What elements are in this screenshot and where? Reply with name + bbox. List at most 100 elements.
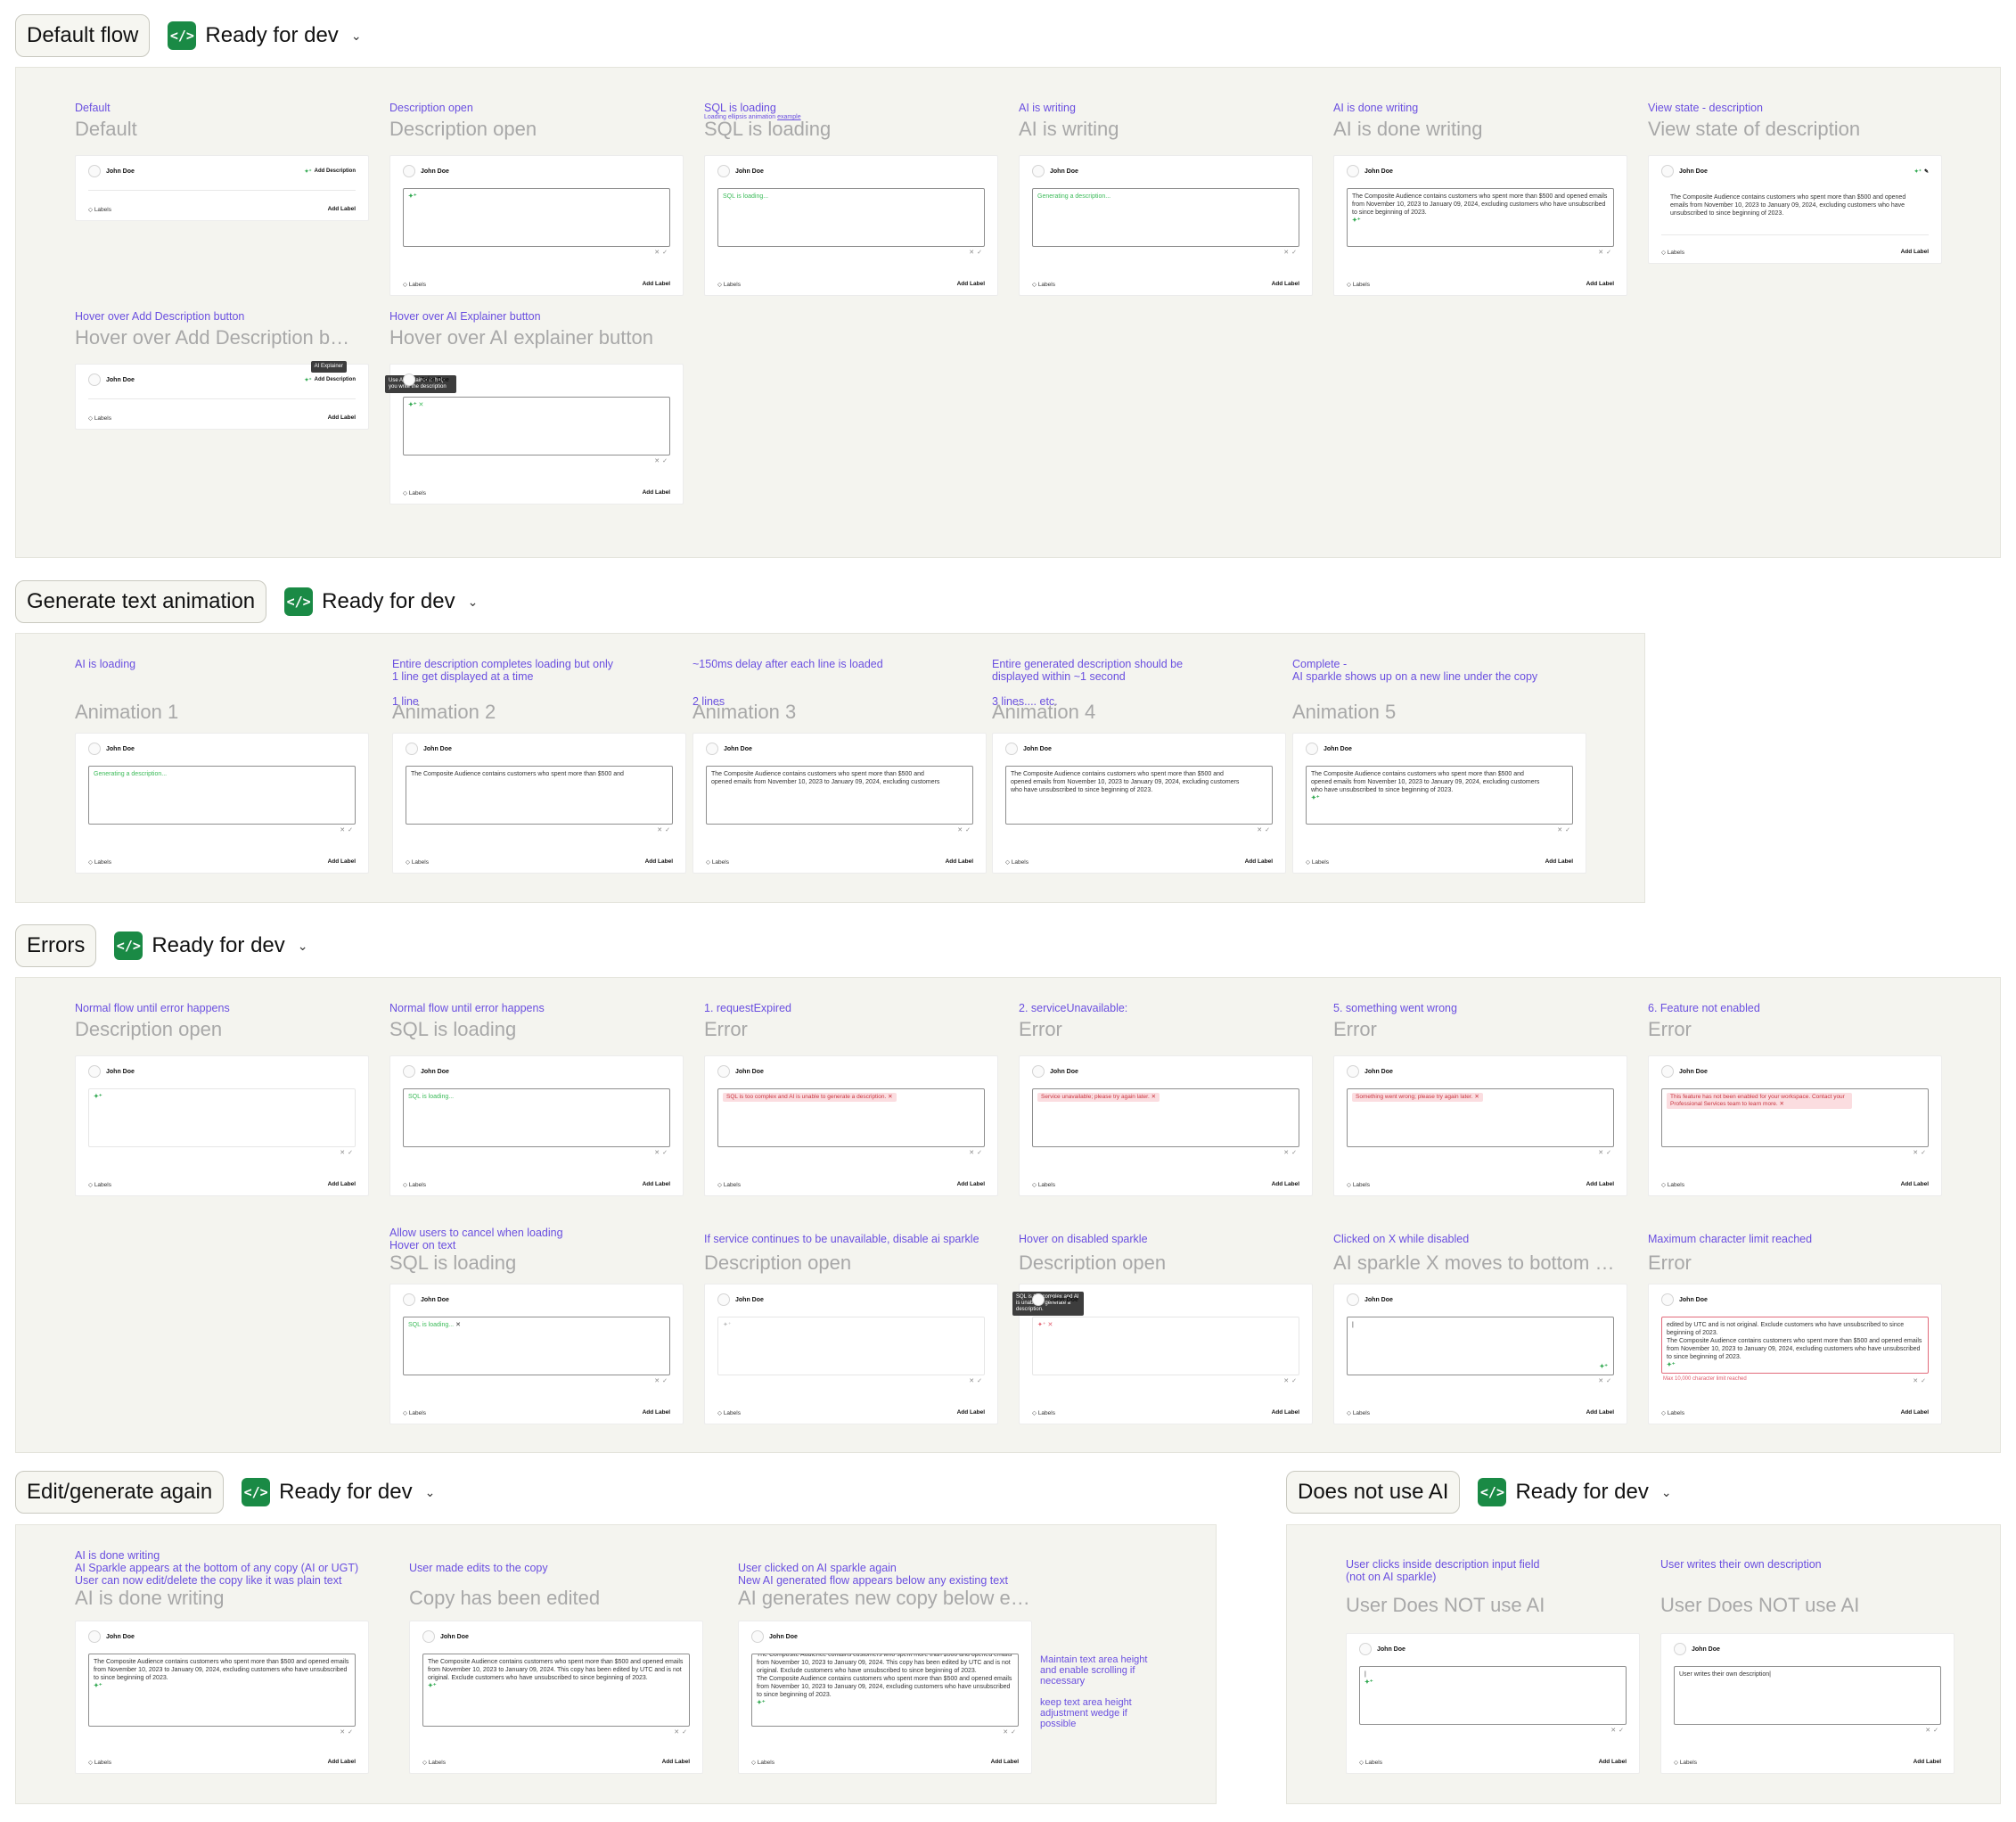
add-label-button[interactable]: Add Label bbox=[1272, 1409, 1299, 1416]
status-dropdown[interactable]: </> Ready for dev ⌄ bbox=[284, 587, 478, 616]
cancel-icon[interactable]: ✕ bbox=[455, 1322, 461, 1328]
check-icon[interactable]: ✓ bbox=[348, 827, 356, 833]
description-textarea[interactable]: ✦⁺ ✕ bbox=[1032, 1317, 1299, 1375]
labels-button[interactable]: ◇ Labels bbox=[717, 1409, 741, 1416]
labels-button[interactable]: ◇ Labels bbox=[1032, 1409, 1055, 1416]
close-icon[interactable]: ✕ bbox=[654, 458, 662, 464]
description-textarea[interactable]: Service unavailable; please try again la… bbox=[1032, 1088, 1299, 1147]
labels-button[interactable]: ◇ Labels bbox=[88, 858, 111, 866]
check-icon[interactable]: ✓ bbox=[1011, 1729, 1019, 1736]
add-label-button[interactable]: Add Label bbox=[662, 1759, 690, 1766]
description-text-top[interactable]: edited by UTC and is not original. Exclu… bbox=[1667, 1322, 1904, 1336]
labels-button[interactable]: ◇ Labels bbox=[1661, 249, 1684, 256]
check-icon[interactable]: ✓ bbox=[1291, 250, 1299, 256]
add-label-button[interactable]: Add Label bbox=[946, 858, 973, 866]
close-icon[interactable]: ✕ bbox=[1283, 1378, 1291, 1384]
description-textarea[interactable]: Generating a description... bbox=[1032, 188, 1299, 247]
add-label-button[interactable]: Add Label bbox=[1901, 1181, 1929, 1188]
check-icon[interactable]: ✓ bbox=[662, 1150, 670, 1156]
description-textarea[interactable]: The Composite Audience contains customer… bbox=[706, 766, 973, 825]
section-title[interactable]: Default flow bbox=[15, 14, 151, 57]
labels-button[interactable]: ◇ Labels bbox=[403, 281, 426, 288]
labels-button[interactable]: ◇ Labels bbox=[1674, 1759, 1697, 1766]
status-dropdown[interactable]: </> Ready for dev ⌄ bbox=[242, 1478, 435, 1506]
pencil-icon[interactable]: ✎ bbox=[1924, 168, 1929, 175]
section-title[interactable]: Edit/generate again bbox=[15, 1471, 225, 1514]
labels-button[interactable]: ◇ Labels bbox=[1661, 1409, 1684, 1416]
labels-button[interactable]: ◇ Labels bbox=[751, 1759, 774, 1766]
labels-button[interactable]: ◇ Labels bbox=[403, 1409, 426, 1416]
close-icon[interactable]: ✕ bbox=[654, 1378, 662, 1384]
add-description-button[interactable]: ✦⁺ Add Description bbox=[304, 377, 356, 383]
labels-button[interactable]: ◇ Labels bbox=[403, 489, 426, 497]
check-icon[interactable]: ✓ bbox=[665, 827, 673, 833]
check-icon[interactable]: ✓ bbox=[1921, 1378, 1929, 1384]
add-label-button[interactable]: Add Label bbox=[1545, 858, 1573, 866]
check-icon[interactable]: ✓ bbox=[1606, 1378, 1614, 1384]
close-icon[interactable]: ✕ bbox=[654, 250, 662, 256]
check-icon[interactable]: ✓ bbox=[977, 1378, 985, 1384]
description-textarea[interactable]: Something went wrong; please try again l… bbox=[1347, 1088, 1614, 1147]
add-label-button[interactable]: Add Label bbox=[328, 1181, 356, 1188]
description-textarea[interactable]: The Composite Audience contains customer… bbox=[1306, 766, 1573, 825]
check-icon[interactable]: ✓ bbox=[348, 1150, 356, 1156]
add-label-button[interactable]: Add Label bbox=[957, 281, 985, 288]
description-textarea[interactable]: edited by UTC and is not original. Exclu… bbox=[1661, 1317, 1929, 1374]
check-icon[interactable]: ✓ bbox=[1606, 1150, 1614, 1156]
description-textarea[interactable]: The Composite Audience contains customer… bbox=[751, 1654, 1019, 1727]
description-textarea[interactable]: This feature has not been enabled for yo… bbox=[1661, 1088, 1929, 1147]
check-icon[interactable]: ✓ bbox=[1606, 250, 1614, 256]
close-icon[interactable]: ✕ bbox=[957, 827, 965, 833]
close-icon[interactable]: ✕ bbox=[674, 1729, 682, 1736]
close-icon[interactable]: ✕ bbox=[1598, 1378, 1606, 1384]
check-icon[interactable]: ✓ bbox=[662, 458, 670, 464]
add-label-button[interactable]: Add Label bbox=[328, 206, 356, 213]
check-icon[interactable]: ✓ bbox=[1921, 1150, 1929, 1156]
labels-button[interactable]: ◇ Labels bbox=[1306, 858, 1329, 866]
add-label-button[interactable]: Add Label bbox=[328, 858, 356, 866]
labels-button[interactable]: ◇ Labels bbox=[88, 1759, 111, 1766]
check-icon[interactable]: ✓ bbox=[1933, 1728, 1941, 1734]
description-textarea[interactable]: ✦⁺ bbox=[88, 1088, 356, 1147]
ai-sparkle-icon[interactable]: ✦⁺ bbox=[428, 1683, 437, 1689]
add-label-button[interactable]: Add Label bbox=[643, 1409, 670, 1416]
close-icon[interactable]: ✕ bbox=[340, 1729, 348, 1736]
labels-button[interactable]: ◇ Labels bbox=[88, 414, 111, 422]
section-title[interactable]: Errors bbox=[15, 924, 97, 967]
description-textarea[interactable]: The Composite Audience contains customer… bbox=[1005, 766, 1273, 825]
labels-button[interactable]: ◇ Labels bbox=[403, 1181, 426, 1188]
ai-sparkle-icon[interactable]: ✦⁺ bbox=[1667, 1362, 1676, 1368]
description-textarea[interactable]: SQL is loading... bbox=[403, 1088, 670, 1147]
labels-button[interactable]: ◇ Labels bbox=[1032, 281, 1055, 288]
close-icon[interactable]: ✕ bbox=[1003, 1729, 1011, 1736]
close-icon[interactable]: ✕ bbox=[1474, 1094, 1479, 1100]
check-icon[interactable]: ✓ bbox=[977, 1150, 985, 1156]
ai-sparkle-icon[interactable]: ✦⁺ bbox=[1599, 1363, 1608, 1371]
ai-sparkle-icon[interactable]: ✦⁺ bbox=[757, 1700, 766, 1706]
description-textarea[interactable]: User writes their own description| bbox=[1674, 1666, 1941, 1725]
description-textarea[interactable]: ✦⁺ bbox=[717, 1317, 985, 1375]
close-icon[interactable]: ✕ bbox=[1151, 1094, 1156, 1100]
description-textarea[interactable]: SQL is too complex and AI is unable to g… bbox=[717, 1088, 985, 1147]
ai-sparkle-icon-disabled[interactable]: ✦⁺ bbox=[1037, 1322, 1046, 1328]
add-label-button[interactable]: Add Label bbox=[1914, 1759, 1941, 1766]
description-textarea[interactable]: The Composite Audience contains customer… bbox=[422, 1654, 690, 1727]
ai-sparkle-icon[interactable]: ✦⁺ bbox=[1352, 217, 1361, 224]
add-label-button[interactable]: Add Label bbox=[643, 281, 670, 288]
description-textarea[interactable]: The Composite Audience contains customer… bbox=[88, 1654, 356, 1727]
description-text[interactable]: The Composite Audience contains customer… bbox=[428, 1659, 683, 1681]
ai-sparkle-icon[interactable]: ✦⁺ bbox=[1311, 795, 1320, 801]
close-icon[interactable]: ✕ bbox=[969, 1378, 977, 1384]
labels-button[interactable]: ◇ Labels bbox=[88, 206, 111, 213]
check-icon[interactable]: ✓ bbox=[348, 1729, 356, 1736]
add-label-button[interactable]: Add Label bbox=[645, 858, 673, 866]
close-icon[interactable]: ✕ bbox=[1598, 250, 1606, 256]
labels-button[interactable]: ◇ Labels bbox=[1347, 281, 1370, 288]
ai-sparkle-icon[interactable]: ✦⁺ bbox=[94, 1094, 102, 1100]
labels-button[interactable]: ◇ Labels bbox=[1347, 1409, 1370, 1416]
description-textarea[interactable]: | ✦⁺ bbox=[1347, 1317, 1614, 1375]
close-icon[interactable]: ✕ bbox=[657, 827, 665, 833]
close-icon[interactable]: ✕ bbox=[654, 1150, 662, 1156]
close-icon[interactable]: ✕ bbox=[1598, 1150, 1606, 1156]
check-icon[interactable]: ✓ bbox=[662, 250, 670, 256]
